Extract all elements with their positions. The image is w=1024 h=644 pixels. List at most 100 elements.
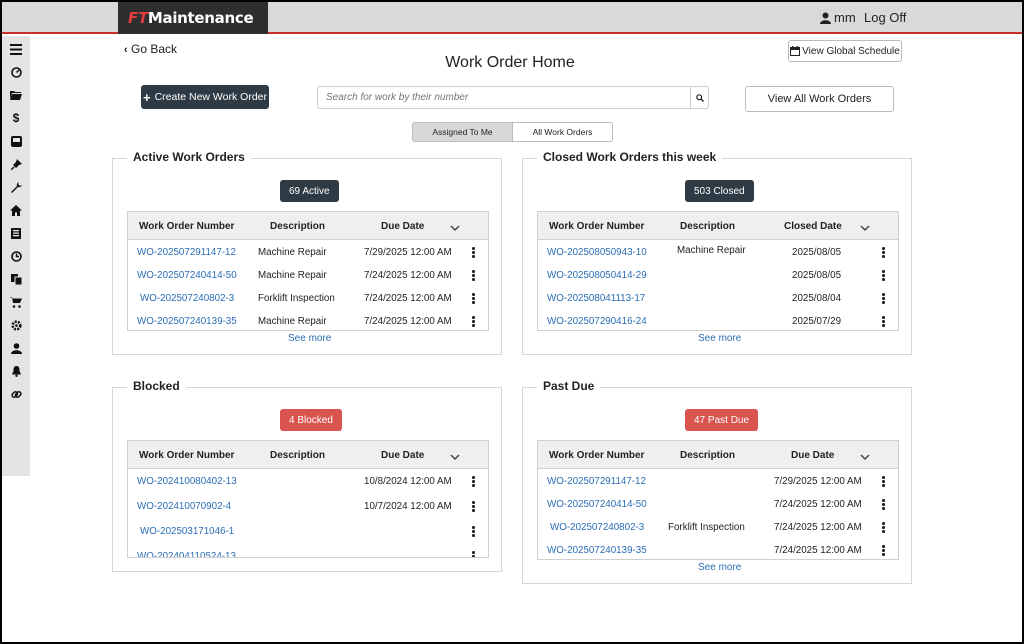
date-cell: 7/24/2025 12:00 AM [774, 522, 862, 533]
work-order-number-link[interactable]: WO-202503171046-1 [140, 526, 234, 537]
work-order-number-link[interactable]: WO-202508041113-17 [547, 293, 645, 304]
row-actions-icon[interactable] [472, 501, 476, 513]
row-actions-icon[interactable] [472, 270, 476, 282]
work-order-number-link[interactable]: WO-202507291147-12 [547, 476, 646, 487]
row-actions-icon[interactable] [882, 316, 886, 328]
table-row[interactable]: WO-202507240802-3 Forklift Inspection 7/24… [128, 289, 488, 312]
row-actions-icon[interactable] [472, 247, 476, 259]
column-header-description[interactable]: Description [680, 450, 735, 461]
see-more-link[interactable]: See more [698, 333, 741, 344]
work-order-number-link[interactable]: WO-202507290416-24 [547, 316, 647, 327]
wrench-icon[interactable] [9, 180, 23, 194]
logoff-link[interactable]: Log Off [864, 10, 906, 25]
table-row[interactable]: WO-202507240139-35 7/24/2025 12:00 AM [538, 541, 898, 559]
clock-icon[interactable] [9, 249, 23, 263]
row-actions-icon[interactable] [472, 526, 476, 538]
row-actions-icon[interactable] [882, 522, 886, 534]
row-actions-icon[interactable] [472, 316, 476, 328]
table-row[interactable]: WO-202508050943-10 Machine Repair 2025/08/… [538, 243, 898, 266]
book-icon[interactable] [9, 226, 23, 240]
row-actions-icon[interactable] [472, 293, 476, 305]
chevron-down-icon[interactable] [450, 219, 460, 237]
table-row[interactable]: WO-202507240414-50 7/24/2025 12:00 AM [538, 495, 898, 518]
column-header-number[interactable]: Work Order Number [139, 450, 234, 461]
table-row[interactable]: WO-202507240139-35 Machine Repair 7/24/202… [128, 312, 488, 330]
row-actions-icon[interactable] [882, 545, 886, 557]
column-header-number[interactable]: Work Order Number [549, 450, 644, 461]
table-row[interactable]: WO-202404110524-13 [128, 547, 488, 557]
table-row[interactable]: WO-202410080402-13 10/8/2024 12:00 AM [128, 472, 488, 497]
table-header: Work Order Number Description Due Date [128, 441, 488, 469]
work-order-number-link[interactable]: WO-202404110524-13 [137, 551, 236, 557]
work-order-number-link[interactable]: WO-202507240802-3 [550, 522, 644, 533]
table-row[interactable]: WO-202410070902-4 10/7/2024 12:00 AM [128, 497, 488, 522]
row-actions-icon[interactable] [882, 247, 886, 259]
work-order-number-link[interactable]: WO-202507240139-35 [137, 316, 237, 327]
gear-icon[interactable] [9, 318, 23, 332]
row-actions-icon[interactable] [472, 551, 476, 557]
row-actions-icon[interactable] [882, 476, 886, 488]
dollar-icon[interactable]: $ [9, 111, 23, 125]
work-order-table: Work Order Number Description Due Date WO-2… [537, 440, 899, 560]
inbox-icon[interactable] [9, 134, 23, 148]
work-order-number-link[interactable]: WO-202508050414-29 [547, 270, 647, 281]
column-header-description[interactable]: Description [270, 221, 325, 232]
column-header-description[interactable]: Description [270, 450, 325, 461]
work-order-number-link[interactable]: WO-202507240802-3 [140, 293, 234, 304]
user-menu[interactable]: mm [820, 10, 856, 25]
chevron-down-icon[interactable] [450, 448, 460, 466]
bell-icon[interactable] [9, 364, 23, 378]
chevron-down-icon[interactable] [860, 448, 870, 466]
tab-assigned-to-me[interactable]: Assigned To Me [412, 122, 513, 142]
view-all-work-orders-button[interactable]: View All Work Orders [745, 86, 894, 112]
chevron-down-icon[interactable] [860, 219, 870, 237]
work-order-number-link[interactable]: WO-202507240139-35 [547, 545, 647, 556]
table-row[interactable]: WO-202507291147-12 7/29/2025 12:00 AM [538, 472, 898, 495]
column-header-date[interactable]: Closed Date [784, 221, 842, 232]
work-order-number-link[interactable]: WO-202410070902-4 [137, 501, 231, 512]
user-icon[interactable] [9, 341, 23, 355]
column-header-date[interactable]: Due Date [381, 221, 424, 232]
create-work-order-button[interactable]: + Create New Work Order [141, 85, 269, 109]
column-header-description[interactable]: Description [680, 221, 735, 232]
home-icon[interactable] [9, 203, 23, 217]
work-order-number-link[interactable]: WO-202507291147-12 [137, 247, 236, 258]
see-more-link[interactable]: See more [288, 333, 331, 344]
blocked-panel: Blocked 4 Blocked Work Order Number Descrip… [112, 379, 502, 572]
table-row[interactable]: WO-202507240414-50 Machine Repair 7/24/202… [128, 266, 488, 289]
row-actions-icon[interactable] [882, 499, 886, 511]
work-order-number-link[interactable]: WO-202508050943-10 [547, 247, 647, 258]
table-row[interactable]: WO-202508050414-29 2025/08/05 [538, 266, 898, 289]
pin-icon[interactable] [9, 157, 23, 171]
search-input[interactable] [318, 87, 690, 108]
table-row[interactable]: WO-202503171046-1 [128, 522, 488, 547]
table-row[interactable]: WO-202508041113-17 2025/08/04 [538, 289, 898, 312]
create-work-order-label: Create New Work Order [154, 91, 267, 103]
column-header-number[interactable]: Work Order Number [549, 221, 644, 232]
column-header-number[interactable]: Work Order Number [139, 221, 234, 232]
row-actions-icon[interactable] [472, 476, 476, 488]
row-actions-icon[interactable] [882, 293, 886, 305]
table-row[interactable]: WO-202507240802-3 Forklift Inspection 7/24… [538, 518, 898, 541]
view-global-schedule-button[interactable]: View Global Schedule [788, 40, 902, 62]
search-button[interactable] [690, 87, 708, 108]
work-order-number-link[interactable]: WO-202507240414-50 [547, 499, 647, 510]
table-row[interactable]: WO-202507291147-12 Machine Repair 7/29/202… [128, 243, 488, 266]
table-row[interactable]: WO-202507290416-24 2025/07/29 [538, 312, 898, 330]
link-icon[interactable] [9, 387, 23, 401]
count-badge: 503 Closed [685, 180, 754, 202]
see-more-link[interactable]: See more [698, 562, 741, 573]
work-order-number-link[interactable]: WO-202410080402-13 [137, 476, 237, 487]
column-header-date[interactable]: Due Date [381, 450, 424, 461]
app-window: FTMaintenance Select mm Log Off $ ‹ Go B… [2, 2, 1022, 642]
work-order-number-link[interactable]: WO-202507240414-50 [137, 270, 237, 281]
row-actions-icon[interactable] [882, 270, 886, 282]
copy-icon[interactable] [9, 272, 23, 286]
column-header-date[interactable]: Due Date [791, 450, 834, 461]
count-badge: 47 Past Due [685, 409, 759, 431]
cart-icon[interactable] [9, 295, 23, 309]
tab-all-work-orders[interactable]: All Work Orders [513, 122, 613, 142]
folder-icon[interactable] [9, 88, 23, 102]
description-cell: Machine Repair [677, 245, 746, 256]
brand-logo[interactable]: FTMaintenance Select [118, 2, 268, 59]
